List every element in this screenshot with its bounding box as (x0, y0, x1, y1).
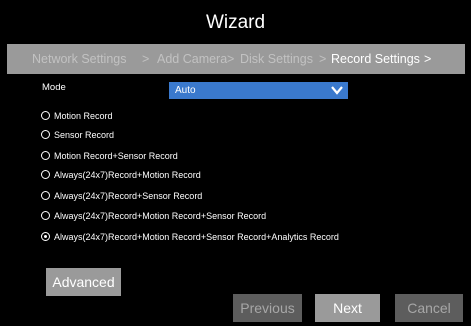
breadcrumb-separator: > (142, 52, 150, 66)
option-label: Motion Record (54, 111, 113, 121)
window-title: Wizard (205, 12, 266, 33)
option-motion-sensor-record[interactable]: Motion Record+Sensor Record (41, 149, 178, 163)
radio-button[interactable] (41, 151, 50, 161)
cancel-button[interactable]: Cancel (395, 294, 463, 322)
breadcrumb-network-settings[interactable]: Network Settings (32, 44, 126, 74)
radio-button[interactable] (41, 191, 50, 201)
option-motion-record[interactable]: Motion Record (41, 109, 113, 123)
breadcrumb-separator: > (319, 52, 327, 66)
option-label: Motion Record+Sensor Record (54, 151, 178, 161)
mode-select[interactable]: Auto (169, 82, 348, 99)
radio-button[interactable] (41, 170, 50, 180)
breadcrumb-separator: > (227, 52, 235, 66)
option-label: Always(24x7)Record+Motion Record (54, 170, 201, 180)
breadcrumb-separator: > (424, 52, 432, 66)
option-label: Always(24x7)Record+Motion Record+Sensor … (54, 211, 267, 221)
mode-label: Mode (42, 82, 66, 93)
chevron-down-icon (331, 86, 343, 95)
radio-button[interactable] (41, 211, 50, 221)
advanced-button[interactable]: Advanced (46, 268, 121, 296)
breadcrumb-record-settings[interactable]: Record Settings (331, 44, 420, 74)
radio-button[interactable] (41, 130, 50, 140)
breadcrumb-add-camera[interactable]: Add Camera (157, 44, 227, 74)
option-always-motion-sensor-analytics-record[interactable]: Always(24x7)Record+Motion Record+Sensor … (41, 230, 339, 244)
previous-button[interactable]: Previous (233, 294, 302, 322)
mode-select-value: Auto (175, 85, 196, 96)
option-always-sensor-record[interactable]: Always(24x7)Record+Sensor Record (41, 189, 202, 203)
option-always-motion-record[interactable]: Always(24x7)Record+Motion Record (41, 168, 201, 182)
next-button[interactable]: Next (315, 294, 380, 322)
option-label: Always(24x7)Record+Sensor Record (54, 191, 203, 201)
option-always-motion-sensor-record[interactable]: Always(24x7)Record+Motion Record+Sensor … (41, 209, 266, 223)
option-label: Sensor Record (54, 130, 115, 140)
option-sensor-record[interactable]: Sensor Record (41, 128, 114, 142)
breadcrumb-disk-settings[interactable]: Disk Settings (240, 44, 313, 74)
radio-button-selected[interactable] (41, 232, 50, 242)
radio-button[interactable] (41, 111, 50, 121)
breadcrumb: Network Settings > Add Camera > Disk Set… (7, 44, 465, 74)
option-label: Always(24x7)Record+Motion Record+Sensor … (54, 232, 339, 242)
